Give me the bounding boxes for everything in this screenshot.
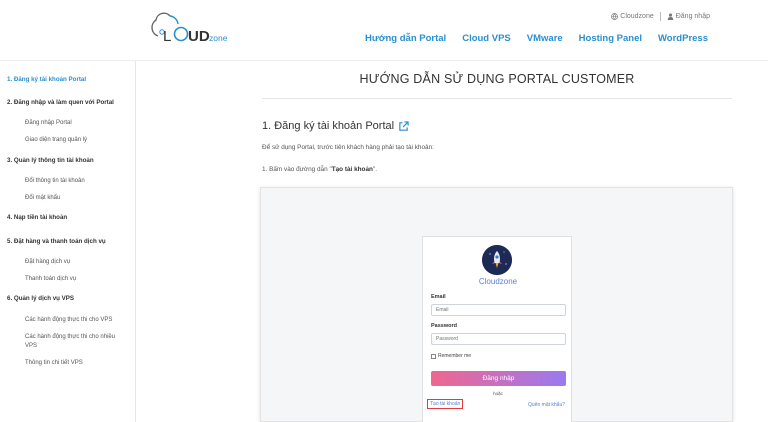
rocket-avatar-icon — [482, 245, 512, 275]
title-divider — [262, 98, 732, 99]
top-link-cloudzone-label: Cloudzone — [620, 13, 654, 20]
top-link-login-label: Đăng nhập — [675, 13, 710, 20]
register-link[interactable]: Tạo tài khoản — [427, 399, 464, 409]
step-1-suffix: ". — [372, 166, 377, 173]
main-nav: Hướng dẫn Portal Cloud VPS VMware Hostin… — [365, 33, 708, 44]
section-heading: 1. Đăng ký tài khoản Portal — [262, 120, 409, 132]
toc-sub-vps-actions[interactable]: Các hành động thực thi cho VPS — [25, 316, 125, 325]
login-button[interactable]: Đăng nhập — [431, 371, 566, 386]
top-link-login[interactable]: Đăng nhập — [667, 13, 710, 20]
toc-item-login[interactable]: 2. Đăng nhập và làm quen với Portal — [7, 99, 114, 106]
top-links: Cloudzone Đăng nhập — [611, 12, 710, 21]
logo-sub: zone — [209, 33, 228, 43]
section-title: 1. Đăng ký tài khoản Portal — [262, 120, 395, 132]
toc-sub-dashboard[interactable]: Giao diện trang quản lý — [25, 136, 125, 145]
toc-sub-multi-vps-actions[interactable]: Các hành động thực thi cho nhiều VPS — [25, 333, 125, 351]
external-link-icon[interactable] — [398, 120, 409, 132]
remember-checkbox[interactable] — [431, 353, 436, 359]
email-label: Email — [431, 294, 446, 300]
user-icon — [667, 13, 674, 20]
login-screenshot: Cloudzone Email Password Remember me Đăn… — [260, 187, 733, 422]
nav-item-cloud-vps[interactable]: Cloud VPS — [462, 33, 511, 44]
sidebar-toc: 1. Đăng ký tài khoản Portal 2. Đăng nhập… — [0, 61, 136, 422]
toc-item-order[interactable]: 5. Đặt hàng và thanh toán dịch vụ — [7, 238, 106, 245]
toc-sub-pay-service[interactable]: Thanh toán dịch vụ — [25, 275, 125, 284]
step-1-bold: Tạo tài khoản — [331, 166, 373, 173]
or-separator: hoặc — [493, 391, 503, 396]
toc-sub-login-portal[interactable]: Đăng nhập Portal — [25, 119, 125, 128]
intro-paragraph: Để sử dụng Portal, trước tiên khách hàng… — [262, 144, 434, 151]
header: L UD zone Cloudzone Đăng nhập Hướng dẫn … — [0, 0, 768, 60]
globe-icon — [611, 13, 619, 20]
logo-prefix: L — [163, 28, 171, 45]
email-field[interactable] — [431, 304, 566, 316]
remember-label: Remember me — [438, 353, 472, 359]
forgot-password-link[interactable]: Quên mật khẩu? — [528, 402, 565, 408]
cloudzone-logo[interactable]: L UD zone — [148, 10, 238, 48]
step-1-paragraph: 1. Bấm vào đường dẫn "Tạo tài khoản". — [262, 166, 377, 173]
remember-me[interactable]: Remember me — [431, 353, 471, 359]
toc-sub-change-info[interactable]: Đổi thông tin tài khoản — [25, 177, 125, 186]
toc-item-account-info[interactable]: 3. Quản lý thông tin tài khoản — [7, 157, 94, 164]
step-1-prefix: 1. Bấm vào đường dẫn " — [262, 166, 332, 173]
login-brand: Cloudzone — [478, 277, 518, 286]
nav-item-hosting-panel[interactable]: Hosting Panel — [579, 33, 642, 44]
password-field[interactable] — [431, 333, 566, 345]
nav-item-wordpress[interactable]: WordPress — [658, 33, 708, 44]
toc-sub-vps-details[interactable]: Thông tin chi tiết VPS — [25, 359, 125, 368]
nav-item-portal-guide[interactable]: Hướng dẫn Portal — [365, 33, 446, 44]
password-label: Password — [431, 323, 457, 329]
login-card: Cloudzone Email Password Remember me Đăn… — [422, 236, 572, 422]
top-links-divider — [659, 12, 661, 21]
page-title: HƯỚNG DẪN SỬ DỤNG PORTAL CUSTOMER — [359, 72, 635, 86]
toc-sub-change-password[interactable]: Đổi mật khẩu — [25, 194, 125, 203]
toc-item-register[interactable]: 1. Đăng ký tài khoản Portal — [7, 76, 86, 83]
nav-item-vmware[interactable]: VMware — [527, 33, 563, 44]
toc-item-vps[interactable]: 6. Quản lý dịch vụ VPS — [7, 295, 74, 302]
logo-main: UD — [188, 28, 210, 45]
toc-sub-order-service[interactable]: Đặt hàng dịch vụ — [25, 258, 125, 267]
top-link-cloudzone[interactable]: Cloudzone — [611, 13, 654, 20]
toc-item-topup[interactable]: 4. Nạp tiền tài khoản — [7, 214, 67, 221]
